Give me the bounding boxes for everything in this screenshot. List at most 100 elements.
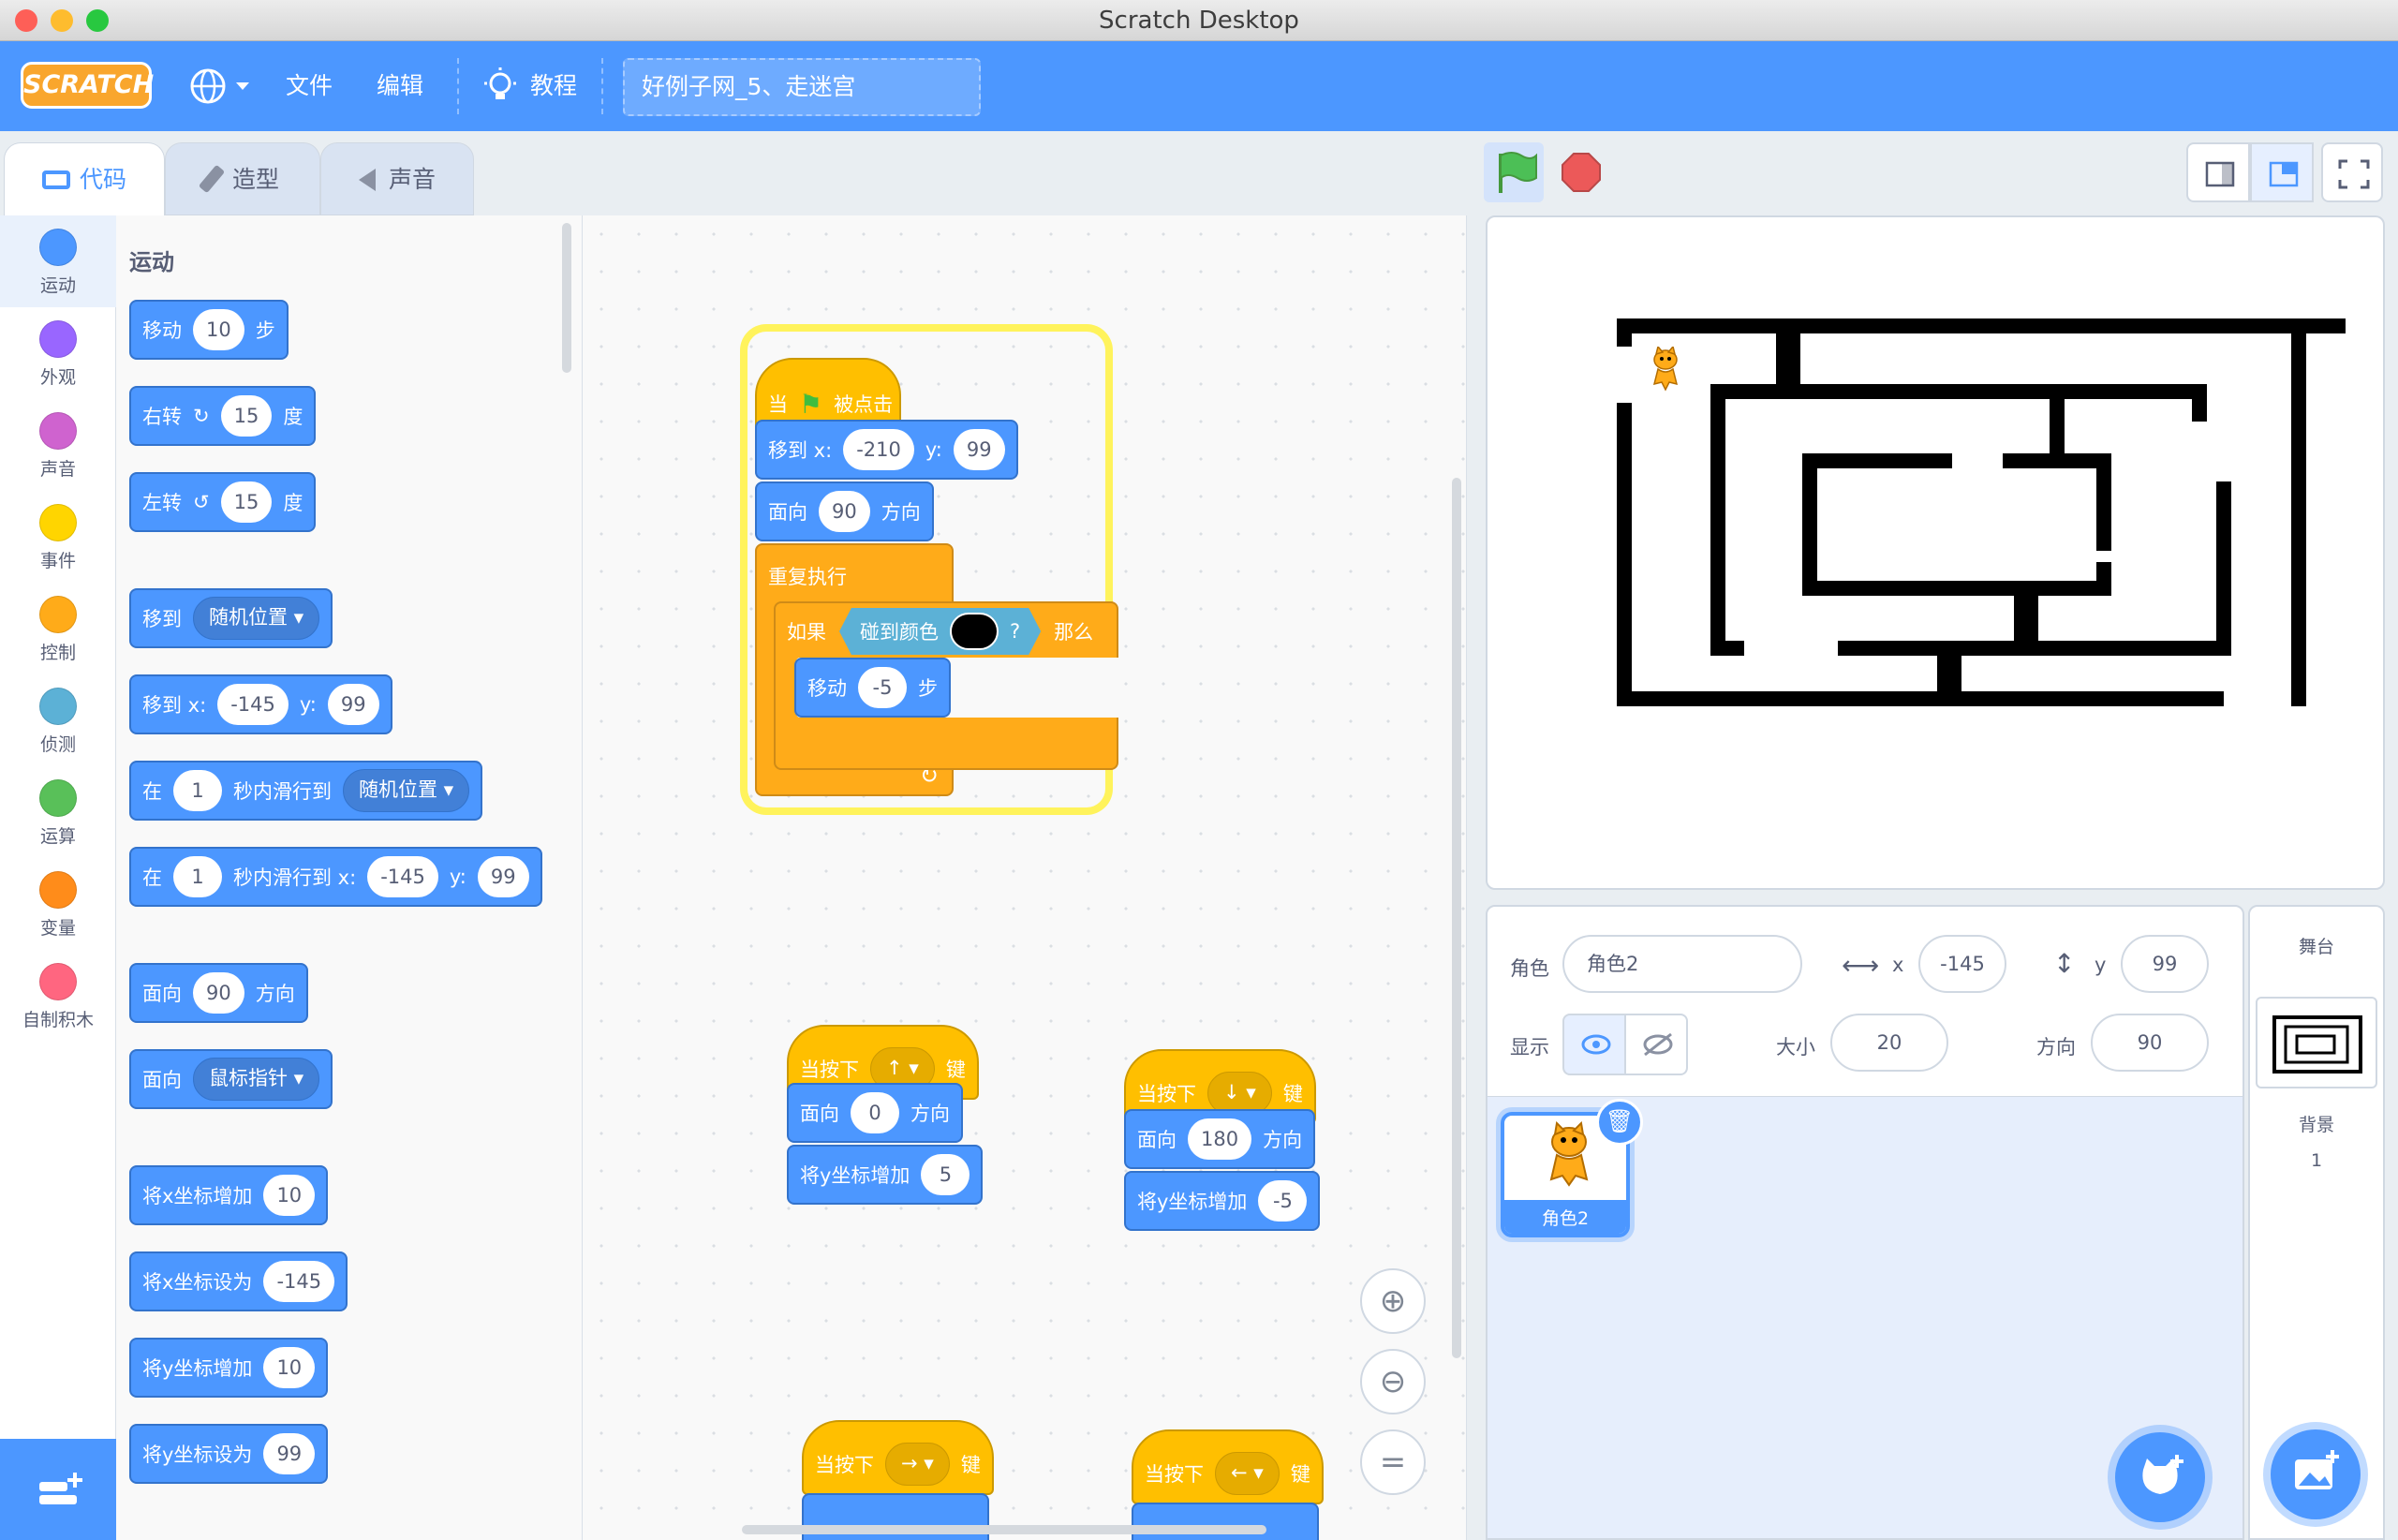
- stage-canvas[interactable]: [1486, 215, 2385, 890]
- block-move-steps[interactable]: 移动 10 步: [129, 300, 289, 360]
- script-workspace[interactable]: 当 ⚑ 被点击 移到 x: -210 y: 99 面向 90 方向 重复执行 ↻ 如果 碰到颜…: [583, 215, 1467, 1540]
- tab-costumes[interactable]: 造型: [165, 142, 320, 215]
- point-direction-block[interactable]: 面向 0 方向: [787, 1083, 963, 1143]
- category-motion[interactable]: 运动: [0, 215, 116, 307]
- key-dropdown[interactable]: → ▾: [885, 1443, 950, 1486]
- workspace-horizontal-scrollbar[interactable]: [742, 1525, 1266, 1534]
- category-events[interactable]: 事件: [0, 491, 116, 583]
- point-direction-block[interactable]: 面向 180 方向: [1124, 1109, 1316, 1169]
- file-menu[interactable]: 文件: [286, 41, 333, 131]
- y-input[interactable]: 99: [477, 856, 529, 897]
- size-input[interactable]: 20: [1830, 1014, 1948, 1072]
- y-input[interactable]: 99: [327, 684, 379, 725]
- block-text: 将x坐标设为: [142, 1271, 253, 1294]
- move-steps-block[interactable]: 移动 -5 步: [794, 658, 951, 718]
- degrees-input[interactable]: 15: [220, 395, 273, 437]
- key-dropdown[interactable]: ← ▾: [1215, 1452, 1280, 1495]
- goto-target-dropdown[interactable]: 随机位置 ▾: [193, 597, 320, 640]
- value-input[interactable]: 10: [263, 1175, 316, 1216]
- block-change-x[interactable]: 将x坐标增加 10: [129, 1165, 329, 1225]
- value-input[interactable]: 10: [263, 1347, 316, 1388]
- when-key-left-block[interactable]: 当按下 ← ▾ 键: [1132, 1429, 1324, 1504]
- zoom-out-button[interactable]: ⊖: [1360, 1349, 1426, 1414]
- edit-menu[interactable]: 编辑: [377, 41, 423, 131]
- block-change-y[interactable]: 将y坐标增加 10: [129, 1338, 329, 1398]
- category-operators[interactable]: 运算: [0, 766, 116, 858]
- block-set-y[interactable]: 将y坐标设为 99: [129, 1424, 329, 1484]
- block-goto[interactable]: 移到 随机位置 ▾: [129, 588, 333, 648]
- block-turn-right[interactable]: 右转 ↻ 15 度: [129, 386, 317, 446]
- value-input[interactable]: -145: [263, 1261, 335, 1302]
- color-swatch[interactable]: [950, 613, 999, 650]
- block-goto-xy[interactable]: 移到 x: -145 y: 99: [129, 674, 392, 734]
- direction-input[interactable]: 90: [193, 972, 244, 1014]
- sprite-name-input[interactable]: 角色2: [1562, 935, 1802, 993]
- value-input[interactable]: 99: [263, 1433, 316, 1474]
- x-input[interactable]: -145: [217, 684, 289, 725]
- y-input[interactable]: 99: [2121, 935, 2209, 993]
- x-input[interactable]: -210: [843, 429, 914, 470]
- glide-target-dropdown[interactable]: 随机位置 ▾: [343, 769, 470, 812]
- tutorials-menu[interactable]: 教程: [530, 41, 577, 131]
- category-label: 运动: [39, 275, 76, 296]
- zoom-in-button[interactable]: ⊕: [1360, 1268, 1426, 1334]
- workspace-vertical-scrollbar[interactable]: [1452, 478, 1461, 1358]
- category-sound[interactable]: 声音: [0, 399, 116, 491]
- fullscreen-button[interactable]: [2321, 142, 2383, 202]
- backdrop-label: 背景: [2298, 1115, 2334, 1135]
- towards-dropdown[interactable]: 鼠标指针 ▾: [193, 1058, 320, 1101]
- block-point-towards[interactable]: 面向 鼠标指针 ▾: [129, 1049, 333, 1109]
- seconds-input[interactable]: 1: [173, 770, 222, 811]
- show-sprite-button[interactable]: [1562, 1014, 1626, 1075]
- category-my-blocks[interactable]: 自制积木: [0, 950, 116, 1042]
- value-input[interactable]: 5: [921, 1154, 970, 1195]
- window-title: Scratch Desktop: [1099, 7, 1299, 35]
- add-extension-button[interactable]: [0, 1439, 116, 1540]
- steps-input[interactable]: -5: [858, 667, 907, 708]
- change-y-block[interactable]: 将y坐标增加 5: [787, 1145, 984, 1205]
- tab-code[interactable]: 代码: [4, 142, 165, 215]
- goto-xy-block[interactable]: 移到 x: -210 y: 99: [755, 420, 1018, 480]
- seconds-input[interactable]: 1: [173, 856, 222, 897]
- degrees-input[interactable]: 15: [220, 481, 273, 523]
- block-glide-xy[interactable]: 在 1 秒内滑行到 x: -145 y: 99: [129, 847, 542, 907]
- cat-sprite[interactable]: [1645, 347, 1686, 392]
- zoom-reset-button[interactable]: =: [1360, 1429, 1426, 1495]
- choose-sprite-button[interactable]: [2115, 1432, 2205, 1522]
- block-set-x[interactable]: 将x坐标设为 -145: [129, 1251, 348, 1311]
- y-input[interactable]: 99: [953, 429, 1005, 470]
- language-menu[interactable]: [187, 64, 255, 112]
- change-y-block[interactable]: 将y坐标增加 -5: [1124, 1171, 1321, 1231]
- value-input[interactable]: -5: [1258, 1180, 1308, 1222]
- category-control[interactable]: 控制: [0, 583, 116, 674]
- category-variables[interactable]: 变量: [0, 858, 116, 950]
- steps-input[interactable]: 10: [193, 309, 244, 350]
- small-stage-button[interactable]: [2186, 142, 2250, 202]
- block-turn-left[interactable]: 左转 ↺ 15 度: [129, 472, 317, 532]
- scratch-logo[interactable]: SCRATCH: [21, 62, 154, 109]
- direction-input[interactable]: 0: [851, 1092, 899, 1133]
- stage-target-panel[interactable]: 舞台 背景 1: [2248, 905, 2385, 1540]
- when-key-right-block[interactable]: 当按下 → ▾ 键: [802, 1420, 994, 1495]
- large-stage-button[interactable]: [2250, 142, 2314, 202]
- category-looks[interactable]: 外观: [0, 307, 116, 399]
- direction-input[interactable]: 90: [2091, 1014, 2209, 1072]
- stop-button[interactable]: [1551, 142, 1611, 202]
- backdrop-thumbnail[interactable]: [2256, 997, 2377, 1088]
- x-input[interactable]: -145: [367, 856, 438, 897]
- direction-input[interactable]: 180: [1188, 1118, 1252, 1160]
- category-sensing[interactable]: 侦测: [0, 674, 116, 766]
- hide-sprite-button[interactable]: [1624, 1014, 1688, 1075]
- point-direction-block[interactable]: 面向 90 方向: [755, 481, 934, 541]
- green-flag-button[interactable]: [1484, 142, 1544, 202]
- block-point-direction[interactable]: 面向 90 方向: [129, 963, 308, 1023]
- touching-color-block[interactable]: 碰到颜色?: [839, 608, 1042, 655]
- block-glide[interactable]: 在 1 秒内滑行到 随机位置 ▾: [129, 761, 483, 821]
- palette-scrollbar[interactable]: [562, 223, 571, 373]
- x-input[interactable]: -145: [1918, 935, 2006, 993]
- direction-input[interactable]: 90: [819, 491, 870, 532]
- tab-sounds[interactable]: 声音: [320, 142, 474, 215]
- project-title-input[interactable]: 好例子网_5、走迷宫: [623, 58, 981, 116]
- choose-backdrop-button[interactable]: [2271, 1429, 2361, 1519]
- delete-sprite-button[interactable]: 🗑: [1596, 1099, 1643, 1146]
